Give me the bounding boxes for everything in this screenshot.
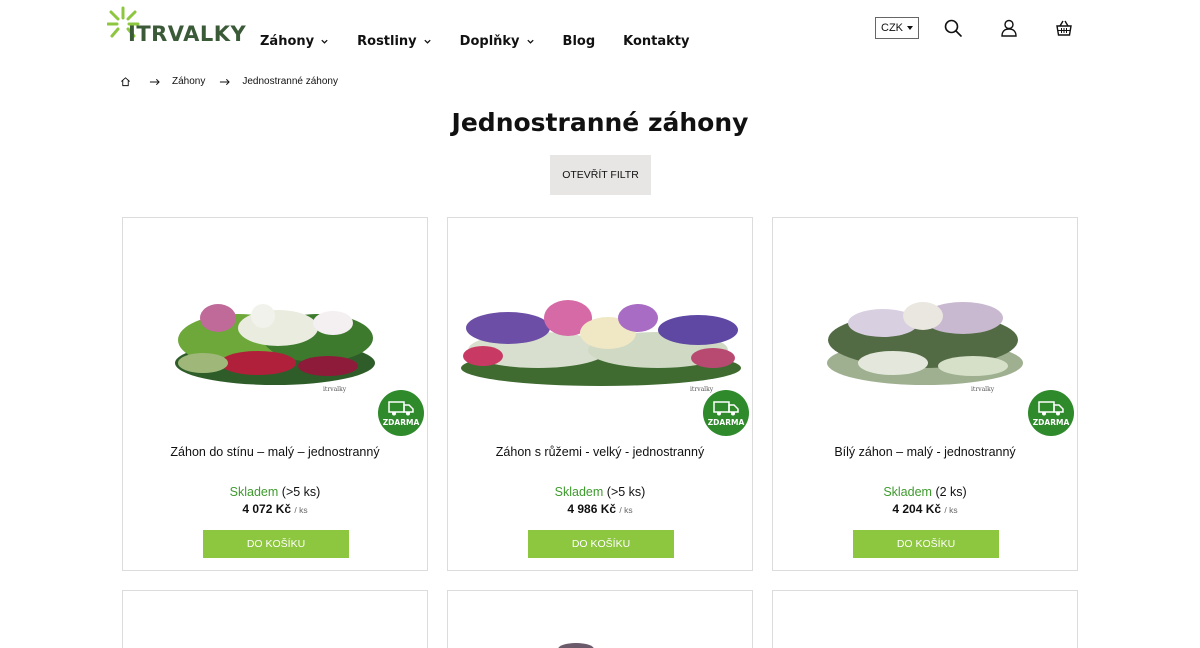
- nav-item-doplnky[interactable]: Doplňky: [460, 30, 535, 52]
- price-unit: / ks: [944, 505, 958, 515]
- page-title: Jednostranné záhony: [451, 108, 749, 137]
- stock-status: Skladem: [229, 485, 279, 499]
- logo-wordmark[interactable]: ITRVALKY: [128, 22, 246, 46]
- open-filter-button[interactable]: OTEVŘÍT FILTR: [550, 155, 651, 195]
- price-value: 4 072 Kč: [242, 502, 292, 516]
- stock-status: Skladem: [554, 485, 604, 499]
- product-name[interactable]: Bílý záhon – malý - jednostranný: [773, 445, 1077, 459]
- product-price: 4 204 Kč / ks: [773, 502, 1077, 516]
- product-card[interactable]: [772, 590, 1078, 648]
- nav-label: Rostliny: [357, 33, 417, 49]
- product-card[interactable]: [122, 590, 428, 648]
- product-card[interactable]: itrvalky ZDARMA Bílý záhon – malý - jedn…: [772, 217, 1078, 571]
- basket-icon[interactable]: [1054, 18, 1074, 38]
- free-shipping-badge: ZDARMA: [378, 390, 424, 436]
- product-card[interactable]: [447, 590, 753, 648]
- arrow-right-icon: [149, 78, 160, 85]
- badge-label: ZDARMA: [1032, 418, 1070, 427]
- main-nav: Záhony Rostliny Doplňky Blog Kontakty: [260, 30, 718, 52]
- product-name[interactable]: Záhon s růžemi - velký - jednostranný: [448, 445, 752, 459]
- stock-status: Skladem: [883, 485, 932, 499]
- price-value: 4 986 Kč: [567, 502, 617, 516]
- arrow-right-icon: [220, 78, 231, 85]
- product-image[interactable]: itrvalky: [458, 278, 744, 398]
- breadcrumb-item[interactable]: Záhony: [172, 76, 205, 87]
- product-card[interactable]: itrvalky ZDARMA Záhon s růžemi - velký -…: [447, 217, 753, 571]
- stock-qty: (2 ks): [935, 485, 967, 499]
- stock-qty: (>5 ks): [606, 485, 646, 499]
- truck-icon: [713, 401, 739, 416]
- image-signature: itrvalky: [690, 386, 714, 393]
- stock-qty: (>5 ks): [281, 485, 321, 499]
- product-card[interactable]: itrvalky ZDARMA Záhon do stínu – malý – …: [122, 217, 428, 571]
- product-image[interactable]: [556, 641, 596, 648]
- stock-info: Skladem (>5 ks): [123, 485, 427, 499]
- product-image[interactable]: itrvalky: [168, 278, 383, 398]
- nav-label: Doplňky: [459, 33, 520, 49]
- nav-label: Záhony: [260, 33, 315, 49]
- user-icon[interactable]: [999, 18, 1019, 38]
- stock-info: Skladem (>5 ks): [448, 485, 752, 499]
- chevron-down-icon: [424, 39, 431, 44]
- add-to-cart-button[interactable]: DO KOŠÍKU: [853, 530, 999, 558]
- product-image[interactable]: itrvalky: [823, 278, 1028, 398]
- price-unit: / ks: [619, 505, 633, 515]
- price-value: 4 204 Kč: [892, 502, 942, 516]
- truck-icon: [388, 401, 414, 416]
- free-shipping-badge: ZDARMA: [703, 390, 749, 436]
- truck-icon: [1038, 401, 1064, 416]
- free-shipping-badge: ZDARMA: [1028, 390, 1074, 436]
- chevron-down-icon: [321, 39, 328, 44]
- chevron-down-icon: [526, 39, 534, 44]
- currency-select[interactable]: CZK: [875, 17, 919, 39]
- breadcrumb-current: Jednostranné záhony: [242, 76, 338, 87]
- breadcrumb: Záhony Jednostranné záhony: [120, 76, 352, 87]
- product-price: 4 986 Kč / ks: [448, 502, 752, 516]
- product-name[interactable]: Záhon do stínu – malý – jednostranný: [123, 445, 427, 459]
- nav-label: Kontakty: [623, 33, 690, 49]
- add-to-cart-button[interactable]: DO KOŠÍKU: [203, 530, 349, 558]
- badge-label: ZDARMA: [707, 418, 745, 427]
- nav-item-rostliny[interactable]: Rostliny: [357, 30, 432, 52]
- nav-item-zahony[interactable]: Záhony: [260, 30, 329, 52]
- search-icon[interactable]: [943, 18, 963, 38]
- stock-info: Skladem (2 ks): [773, 485, 1077, 499]
- currency-value: CZK: [881, 22, 903, 34]
- price-unit: / ks: [294, 505, 308, 515]
- nav-item-kontakty[interactable]: Kontakty: [623, 30, 689, 52]
- nav-item-blog[interactable]: Blog: [563, 30, 596, 52]
- image-signature: itrvalky: [323, 386, 347, 393]
- image-signature: itrvalky: [971, 386, 995, 393]
- badge-label: ZDARMA: [382, 418, 420, 427]
- home-icon[interactable]: [120, 76, 131, 87]
- nav-label: Blog: [562, 33, 596, 49]
- product-price: 4 072 Kč / ks: [123, 502, 427, 516]
- add-to-cart-button[interactable]: DO KOŠÍKU: [528, 530, 674, 558]
- caret-down-icon: [907, 26, 913, 30]
